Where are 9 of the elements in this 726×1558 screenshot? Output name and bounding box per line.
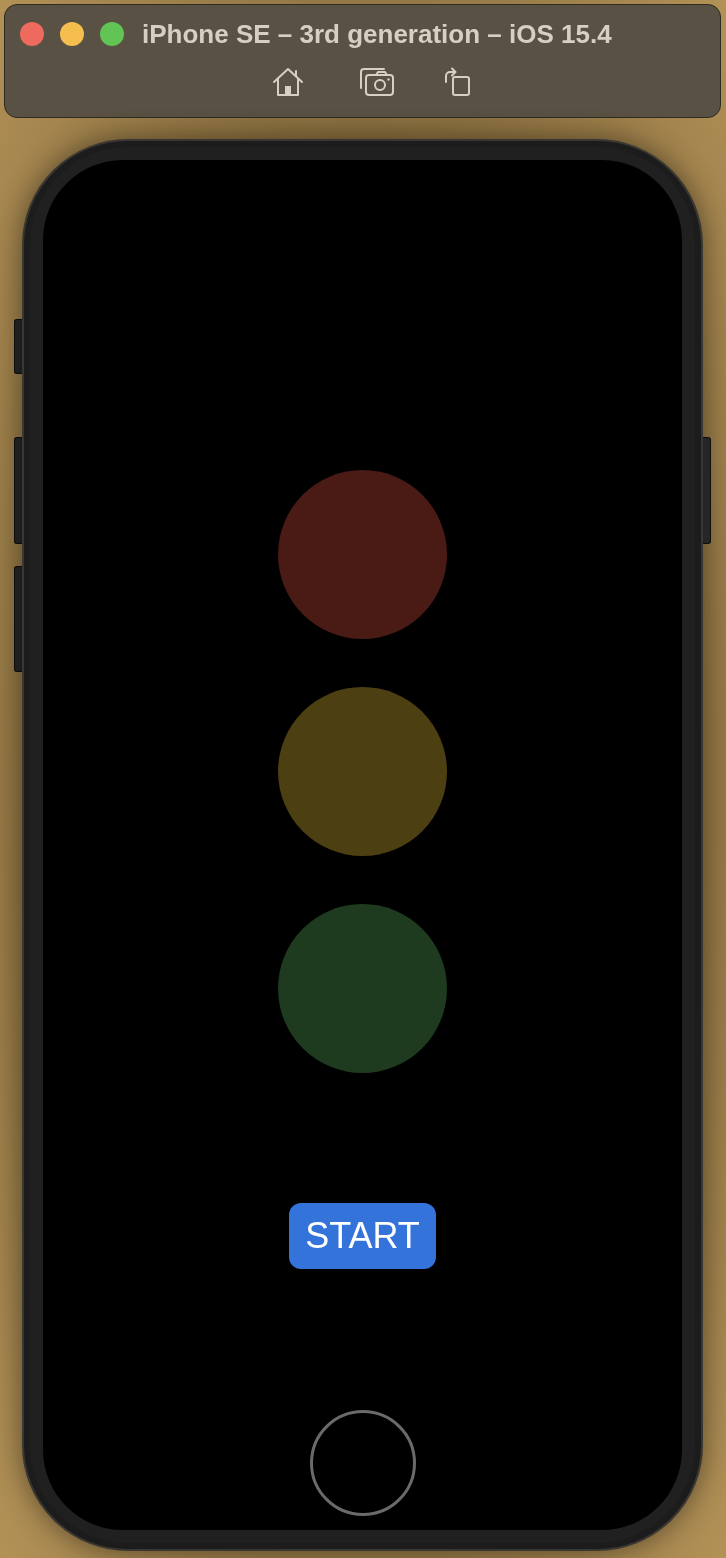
camera-icon[interactable] (359, 67, 395, 97)
start-button[interactable]: START (289, 1203, 436, 1269)
window-title: iPhone SE – 3rd generation – iOS 15.4 (142, 18, 612, 50)
minimize-button[interactable] (60, 22, 84, 46)
rotate-icon[interactable] (443, 67, 471, 97)
close-button[interactable] (20, 22, 44, 46)
home-icon[interactable] (272, 67, 304, 97)
zoom-button[interactable] (100, 22, 124, 46)
home-button[interactable] (309, 1410, 416, 1516)
